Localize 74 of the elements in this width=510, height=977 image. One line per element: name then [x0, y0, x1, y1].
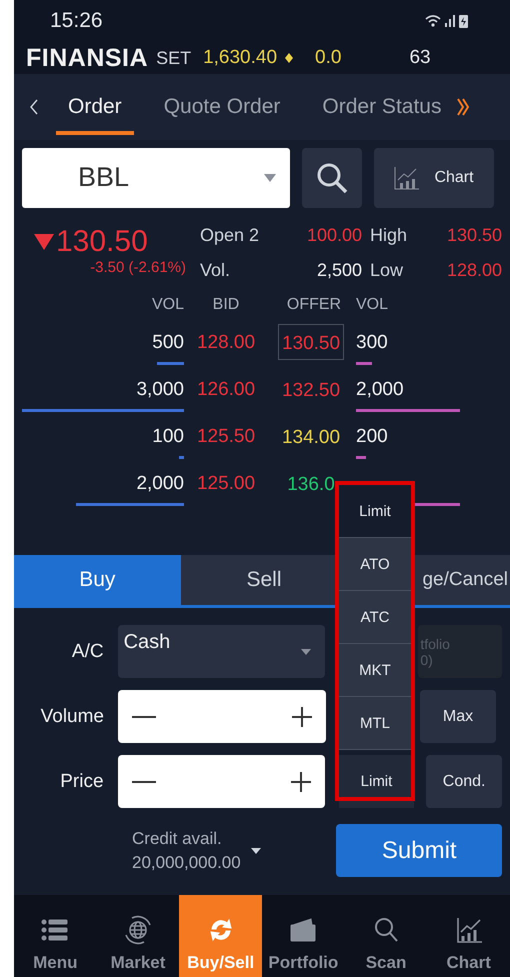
tab[interactable]: Quote Order [152, 85, 292, 135]
minus-icon[interactable] [132, 780, 156, 782]
stat-value: 100.00 [306, 225, 362, 247]
nav-item[interactable]: Chart [427, 895, 510, 977]
bid-price[interactable]: 126.00 [184, 367, 268, 401]
brand-logo: FINANSIA [26, 44, 148, 72]
last-price: 130.50 [56, 225, 148, 259]
plus-icon[interactable] [290, 772, 311, 792]
bid-price[interactable]: 125.50 [184, 414, 268, 448]
stat-label: High [370, 225, 408, 247]
side-tab[interactable]: Buy [14, 555, 181, 605]
field-label: A/C [70, 640, 104, 662]
index-name: SET [156, 48, 192, 68]
bid-volume: 500 [152, 332, 184, 354]
column-header: VOL [150, 296, 184, 314]
bid-price[interactable]: 128.00 [184, 320, 268, 354]
plus-icon[interactable] [292, 706, 312, 726]
signal-icons [424, 13, 470, 29]
stat-label: Vol. [200, 260, 232, 282]
volume-field[interactable] [118, 690, 326, 743]
bid-volume-bar [178, 456, 184, 459]
double-chevron-icon[interactable] [457, 98, 470, 116]
offer-price[interactable]: 136.0 [283, 465, 339, 501]
menu-option[interactable]: Limit [339, 485, 411, 538]
nav-item[interactable]: Market [96, 895, 180, 977]
bid-volume: 2,000 [136, 473, 184, 495]
clock-time: 15:26 [50, 9, 103, 33]
max-button[interactable]: Max [420, 690, 496, 743]
price-field[interactable] [118, 755, 325, 808]
column-header: VOL [355, 296, 390, 314]
index-change: 0.0 [315, 47, 342, 69]
offer-volume: 200 [356, 426, 388, 448]
column-header: BID [212, 296, 240, 314]
back-icon[interactable] [30, 99, 38, 115]
field-label: Volume [40, 706, 104, 728]
tab[interactable]: Order Status [310, 85, 454, 135]
minus-icon[interactable] [132, 716, 156, 718]
offer-price[interactable]: 134.00 [278, 418, 344, 454]
offer-volume: 2,000 [356, 379, 404, 401]
stat-value: 128.00 [446, 260, 502, 282]
offer-price[interactable]: 132.50 [278, 371, 344, 407]
chart-icon[interactable] [394, 166, 420, 190]
symbol-field[interactable]: BBL [22, 148, 290, 208]
submit-button[interactable]: Submit [336, 824, 502, 877]
offer-volume-bar [356, 362, 372, 365]
caret-icon[interactable] [250, 848, 261, 854]
credit-selector[interactable]: Credit avail. 20,000,000.00 [132, 828, 308, 872]
account-dropdown[interactable]: Cash [118, 625, 325, 678]
chart-button[interactable]: Chart [374, 148, 494, 208]
bid-volume: 3,000 [136, 379, 184, 401]
stat-label: Low [370, 260, 404, 282]
nav-item[interactable]: Menu [14, 895, 97, 977]
stat-value: 130.50 [446, 225, 502, 247]
price-change: -3.50 (-2.61%) [90, 259, 186, 276]
tab[interactable]: Order [56, 85, 134, 135]
nav-item[interactable]: Scan [344, 895, 428, 977]
index-value: 1,630.40 [203, 47, 278, 69]
search-icon[interactable] [315, 160, 349, 194]
bid-volume-bar [157, 362, 184, 365]
stat-value: 2,500 [316, 260, 362, 282]
stat-label: Open 2 [200, 225, 260, 247]
condition-button[interactable]: Cond. [426, 755, 502, 808]
offer-volume-bar [356, 456, 366, 459]
search-button[interactable] [302, 148, 362, 208]
unchanged-icon [285, 53, 294, 63]
down-arrow-icon [34, 234, 54, 250]
index-count: 63 [409, 47, 431, 69]
nav-item[interactable]: Portfolio [262, 895, 345, 977]
bid-price[interactable]: 125.00 [184, 461, 268, 495]
bid-volume: 100 [152, 426, 184, 448]
offer-price[interactable]: 130.50 [278, 324, 344, 360]
offer-volume: 300 [356, 332, 388, 354]
column-header: OFFER [286, 296, 342, 314]
field-label: Price [59, 770, 104, 792]
